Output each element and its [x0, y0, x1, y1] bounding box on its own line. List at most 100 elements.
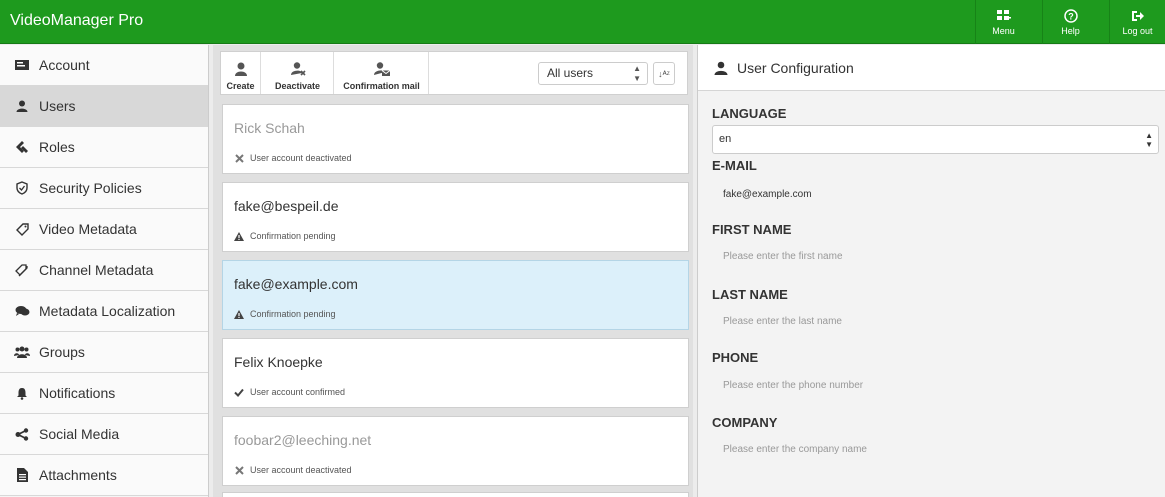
sidebar-item-notifications[interactable]: Notifications — [0, 373, 208, 414]
create-button[interactable]: Create — [221, 52, 261, 94]
sidebar-item-metadata-localization[interactable]: Metadata Localization — [0, 291, 208, 332]
sidebar-item-label: Notifications — [39, 385, 116, 401]
confirmation-mail-label: Confirmation mail — [343, 81, 420, 91]
sidebar-item-label: Users — [39, 98, 76, 114]
grid-menu-icon — [996, 8, 1012, 24]
select-arrows-icon: ▲ ▼ — [1145, 131, 1153, 149]
warning-icon — [234, 309, 244, 319]
panel-title: User Configuration — [737, 59, 854, 76]
user-status-text: User account confirmed — [250, 387, 346, 397]
last-name-label: LAST NAME — [712, 287, 788, 302]
sidebar-item-account[interactable]: Account — [0, 45, 208, 86]
first-name-input[interactable]: Please enter the first name — [723, 251, 843, 262]
user-status: User account deactivated — [234, 465, 352, 475]
create-label: Create — [226, 81, 255, 91]
user-list-item[interactable]: Rick Schah User account deactivated — [222, 104, 689, 174]
language-label: LANGUAGE — [712, 106, 787, 121]
sidebar: Account Users Roles Security Policies Vi… — [0, 45, 209, 497]
user-name: Rick Schah — [234, 120, 305, 136]
deactivate-button[interactable]: Deactivate — [262, 52, 334, 94]
user-status: Confirmation pending — [234, 309, 336, 319]
select-arrows-icon: ▲ ▼ — [633, 64, 641, 83]
x-icon — [234, 153, 244, 163]
sidebar-item-label: Social Media — [39, 426, 120, 442]
user-status-text: User account deactivated — [250, 465, 352, 475]
share-icon — [14, 426, 30, 442]
user-icon — [14, 98, 30, 114]
deactivate-user-icon — [290, 62, 306, 76]
sidebar-item-social-media[interactable]: Social Media — [0, 414, 208, 455]
sort-alpha-icon: ↓ᴬᶻ — [658, 68, 670, 79]
email-label: E-MAIL — [712, 158, 757, 173]
create-user-icon — [234, 62, 247, 76]
email-value[interactable]: fake@example.com — [723, 189, 812, 200]
roles-icon — [14, 139, 30, 155]
sidebar-item-security-policies[interactable]: Security Policies — [0, 168, 208, 209]
shield-icon — [14, 180, 30, 196]
sidebar-item-video-metadata[interactable]: Video Metadata — [0, 209, 208, 250]
user-configuration-panel: User Configuration LANGUAGE en ▲ ▼ E-MAIL… — [697, 45, 1165, 497]
user-toolbar: Create Deactivate Confirmation mail All … — [220, 51, 688, 95]
user-name: foobar2@leeching.net — [234, 432, 372, 448]
app-title: VideoManager Pro — [10, 12, 144, 29]
user-status-text: Confirmation pending — [250, 231, 336, 241]
help-button[interactable]: ? Help — [1042, 0, 1098, 44]
mail-user-icon — [373, 62, 390, 76]
tag-icon — [14, 221, 30, 237]
user-list-item[interactable]: fake@bespeil.de Confirmation pending — [222, 182, 689, 252]
user-name: fake@example.com — [234, 276, 358, 292]
sidebar-item-label: Channel Metadata — [39, 262, 154, 278]
top-bar: VideoManager Pro Menu ? Help Log out — [0, 0, 1165, 44]
last-name-input[interactable]: Please enter the last name — [723, 316, 842, 327]
file-icon — [14, 467, 30, 483]
user-name: Felix Knoepke — [234, 354, 323, 370]
svg-text:?: ? — [1068, 12, 1074, 22]
check-icon — [234, 387, 244, 397]
sidebar-item-label: Security Policies — [39, 180, 142, 196]
chat-icon — [14, 303, 30, 319]
phone-input[interactable]: Please enter the phone number — [723, 380, 863, 391]
company-label: COMPANY — [712, 415, 778, 430]
sidebar-item-roles[interactable]: Roles — [0, 127, 208, 168]
user-status-text: User account deactivated — [250, 153, 352, 163]
user-name: fake@bespeil.de — [234, 198, 339, 214]
sidebar-item-label: Groups — [39, 344, 85, 360]
deactivate-label: Deactivate — [274, 81, 321, 91]
sidebar-item-label: Metadata Localization — [39, 303, 176, 319]
logout-icon — [1130, 8, 1146, 24]
user-list-item[interactable]: Felix Knoepke User account confirmed — [222, 338, 689, 408]
sort-button[interactable]: ↓ᴬᶻ — [653, 62, 675, 85]
menu-label: Menu — [992, 26, 1015, 36]
language-select[interactable]: en ▲ ▼ — [712, 125, 1159, 154]
user-list-item[interactable] — [222, 492, 689, 497]
user-icon — [714, 61, 728, 75]
sidebar-item-attachments[interactable]: Attachments — [0, 455, 208, 496]
first-name-label: FIRST NAME — [712, 222, 792, 237]
company-input[interactable]: Please enter the company name — [723, 444, 867, 455]
sidebar-item-groups[interactable]: Groups — [0, 332, 208, 373]
menu-button[interactable]: Menu — [975, 0, 1031, 44]
sidebar-item-label: Video Metadata — [39, 221, 137, 237]
sidebar-item-users[interactable]: Users — [0, 86, 208, 127]
user-status: Confirmation pending — [234, 231, 336, 241]
user-status: User account confirmed — [234, 387, 345, 397]
bell-icon — [14, 385, 30, 401]
panel-header: User Configuration — [698, 45, 1165, 91]
sidebar-item-label: Account — [39, 57, 90, 73]
user-list-item[interactable]: foobar2@leeching.net User account deacti… — [222, 416, 689, 486]
tags-icon — [14, 262, 30, 278]
confirmation-mail-button[interactable]: Confirmation mail — [335, 52, 429, 94]
phone-label: PHONE — [712, 350, 759, 365]
user-list-item[interactable]: fake@example.com Confirmation pending — [222, 260, 689, 330]
user-filter-value: All users — [547, 66, 594, 80]
user-filter-select[interactable]: All users ▲ ▼ — [538, 62, 648, 85]
sidebar-item-channel-metadata[interactable]: Channel Metadata — [0, 250, 208, 291]
account-icon — [14, 57, 30, 73]
x-icon — [234, 465, 244, 475]
user-list-panel: Create Deactivate Confirmation mail All … — [213, 45, 693, 497]
help-label: Help — [1061, 26, 1080, 36]
sidebar-item-label: Attachments — [39, 467, 117, 483]
logout-button[interactable]: Log out — [1109, 0, 1165, 44]
language-value: en — [719, 133, 732, 145]
user-status-text: Confirmation pending — [250, 309, 336, 319]
